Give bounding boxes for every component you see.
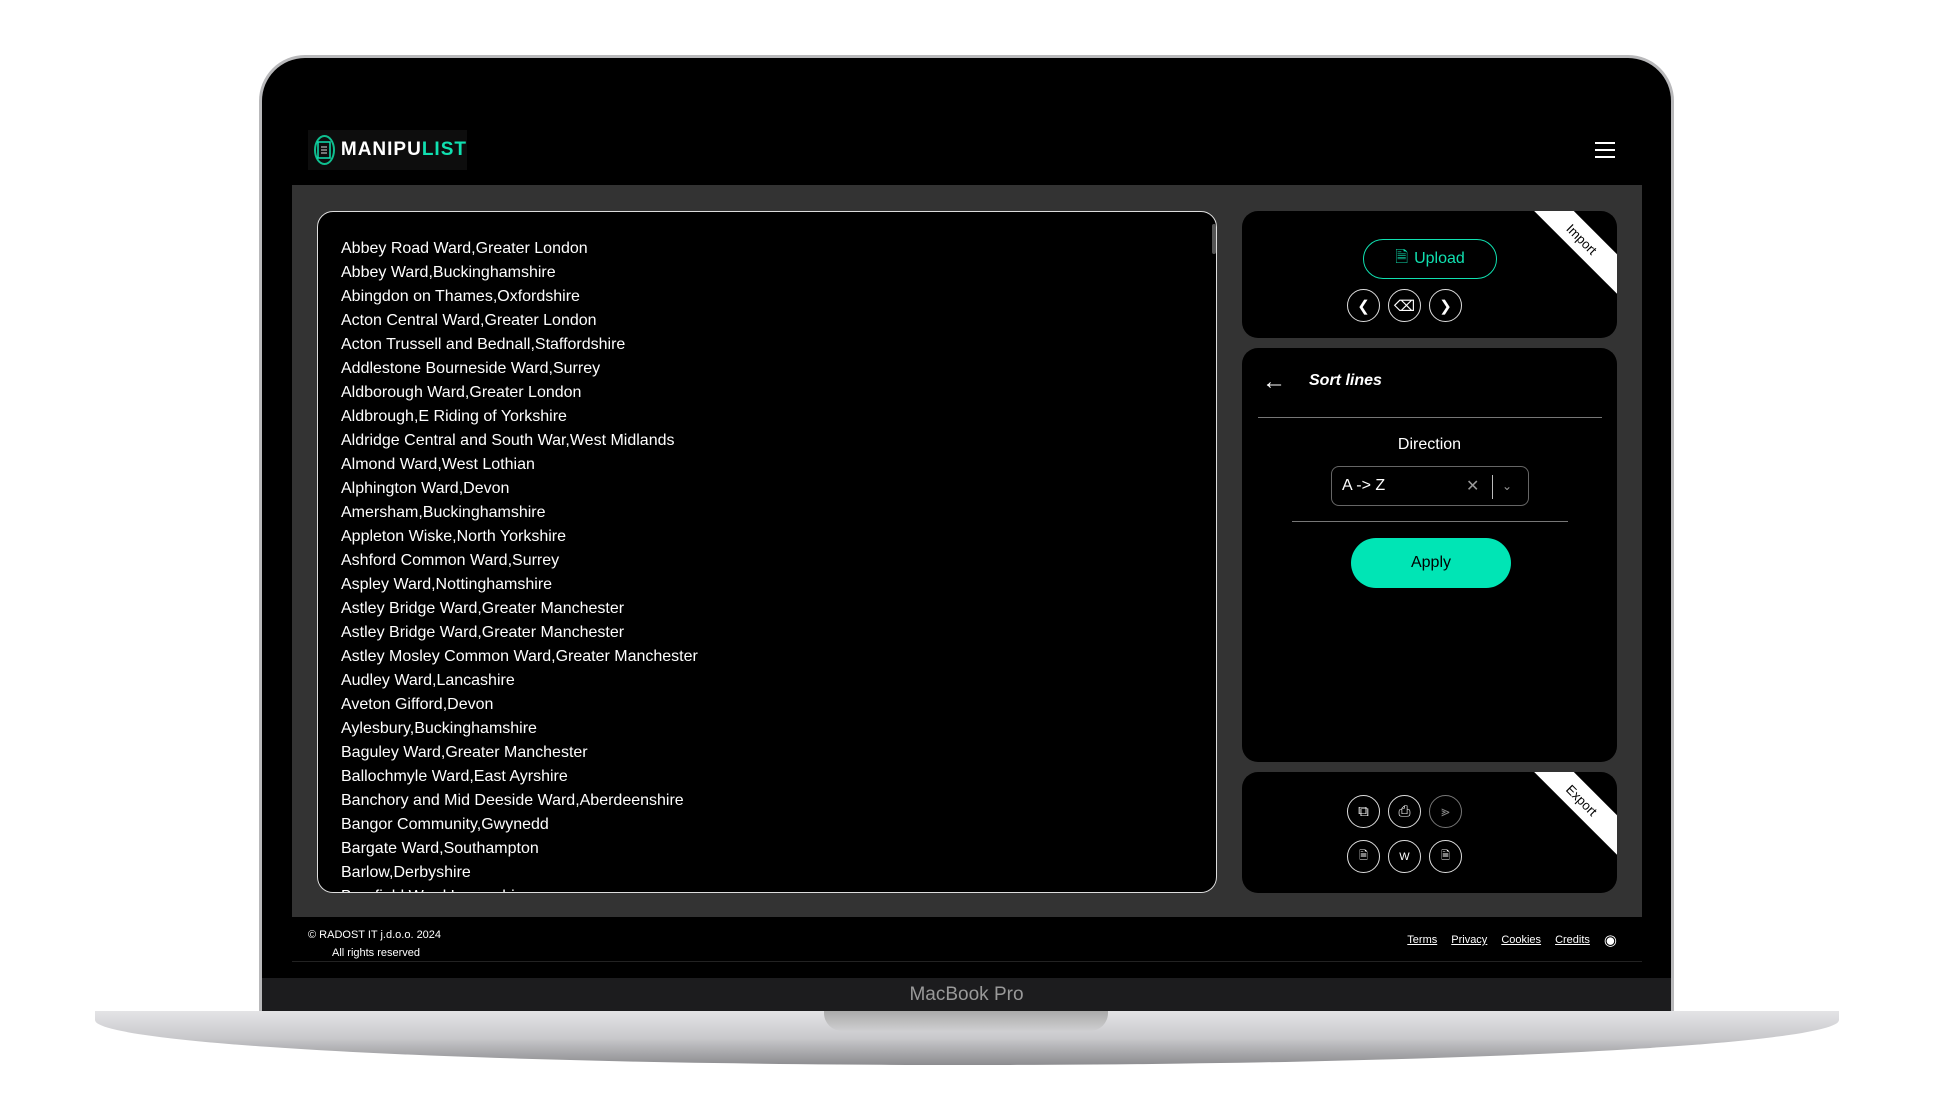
clear-x-icon[interactable]: ✕ [1466, 476, 1479, 496]
device-label: MacBook Pro [262, 978, 1671, 1011]
list-line: Aveton Gifford,Devon [341, 696, 494, 713]
undo-chevron-left-icon[interactable]: ❮ [1347, 289, 1380, 322]
footer-link-privacy[interactable]: Privacy [1451, 934, 1487, 946]
list-line: Acton Trussell and Bednall,Staffordshire [341, 336, 626, 353]
list-line: Amersham,Buckinghamshire [341, 504, 546, 521]
list-line: Barlow,Derbyshire [341, 864, 471, 881]
list-line: Astley Mosley Common Ward,Greater Manche… [341, 648, 698, 665]
footer: © RADOST IT j.d.o.o. 2024 All rights res… [292, 917, 1642, 962]
print-icon[interactable]: ⎙ [1388, 795, 1421, 828]
menu-hamburger-icon[interactable] [1595, 142, 1615, 158]
back-arrow-icon[interactable]: ← [1262, 368, 1286, 396]
logo[interactable]: MANIPULIST [308, 130, 467, 170]
import-ribbon: Import [1519, 211, 1617, 302]
export-ribbon: Export [1519, 772, 1617, 863]
laptop-notch [824, 1011, 1108, 1031]
export-panel: Export ⧉ ⎙ ⪢ 🗎 W 🗎 [1242, 772, 1617, 893]
list-line: Almond Ward,West Lothian [341, 456, 535, 473]
sort-panel: ← Sort lines Direction A -> Z ✕ ⌄ Apply [1242, 348, 1617, 762]
chevron-down-icon[interactable]: ⌄ [1502, 479, 1512, 493]
list-line: Astley Bridge Ward,Greater Manchester [341, 600, 625, 617]
list-line: Audley Ward,Lancashire [341, 672, 515, 689]
list-line: Astley Bridge Ward,Greater Manchester [341, 624, 625, 641]
redo-chevron-right-icon[interactable]: ❯ [1429, 289, 1462, 322]
list-line: Abingdon on Thames,Oxfordshire [341, 288, 580, 305]
footer-link-cookies[interactable]: Cookies [1501, 934, 1541, 946]
scrollbar[interactable] [1212, 224, 1216, 254]
list-line: Bangor Community,Gwynedd [341, 816, 549, 833]
list-line: Abbey Road Ward,Greater London [341, 240, 588, 257]
file-upload-icon: 🗎 [1395, 248, 1409, 266]
import-panel: Import 🗎 Upload ❮ ⌫ ❯ [1242, 211, 1617, 338]
list-line: Alphington Ward,Devon [341, 480, 510, 497]
upload-button[interactable]: 🗎 Upload [1363, 239, 1497, 279]
logo-text: MANIPULIST [340, 139, 467, 160]
list-line: Acton Central Ward,Greater London [341, 312, 597, 329]
rights: All rights reserved [332, 947, 421, 959]
upload-label: Upload [1414, 250, 1465, 267]
copyright: © RADOST IT j.d.o.o. 2024 [308, 929, 442, 941]
divider [1292, 521, 1568, 522]
share-icon[interactable]: ⪢ [1429, 795, 1462, 828]
list-line: Baguley Ward,Greater Manchester [341, 744, 588, 761]
pdf-file-icon[interactable]: 🗎 [1429, 840, 1462, 873]
list-line: Aldborough Ward,Greater London [341, 384, 582, 401]
copy-icon[interactable]: ⧉ [1347, 795, 1380, 828]
apply-button[interactable]: Apply [1351, 538, 1511, 588]
list-line: Banchory and Mid Deeside Ward,Aberdeensh… [341, 792, 684, 809]
divider [1258, 417, 1602, 418]
direction-select[interactable]: A -> Z ✕ ⌄ [1331, 466, 1529, 506]
list-line: Barnfield Ward,Lancashire [341, 885, 1216, 892]
footer-link-terms[interactable]: Terms [1407, 934, 1437, 946]
logo-list-icon [314, 135, 335, 165]
eraser-icon[interactable]: ⌫ [1388, 289, 1421, 322]
list-line: Ashford Common Ward,Surrey [341, 552, 560, 569]
list-line: Appleton Wiske,North Yorkshire [341, 528, 566, 545]
list-line: Addlestone Bourneside Ward,Surrey [341, 360, 601, 377]
list-line: Aylesbury,Buckinghamshire [341, 720, 537, 737]
direction-value: A -> Z [1342, 477, 1386, 494]
workspace: Abbey Road Ward,Greater London Abbey Ward… [292, 185, 1642, 917]
list-line: Aldridge Central and South War,West Midl… [341, 432, 675, 449]
word-file-icon[interactable]: W [1388, 840, 1421, 873]
direction-label: Direction [1397, 436, 1462, 453]
list-line: Aldbrough,E Riding of Yorkshire [341, 408, 567, 425]
list-line: Abbey Ward,Buckinghamshire [341, 264, 556, 281]
tool-title: Sort lines [1309, 372, 1382, 389]
list-line: Bargate Ward,Southampton [341, 840, 539, 857]
list-line: Ballochmyle Ward,East Ayrshire [341, 768, 568, 785]
list-textarea[interactable]: Abbey Road Ward,Greater London Abbey Ward… [317, 211, 1217, 893]
app-screen: MANIPULIST Abbey Road Ward,Greater Londo… [292, 75, 1642, 978]
list-line: Aspley Ward,Nottinghamshire [341, 576, 553, 593]
footer-link-credits[interactable]: Credits [1555, 934, 1590, 946]
txt-file-icon[interactable]: 🗎 [1347, 840, 1380, 873]
cookie-icon[interactable]: ◉ [1604, 931, 1617, 949]
